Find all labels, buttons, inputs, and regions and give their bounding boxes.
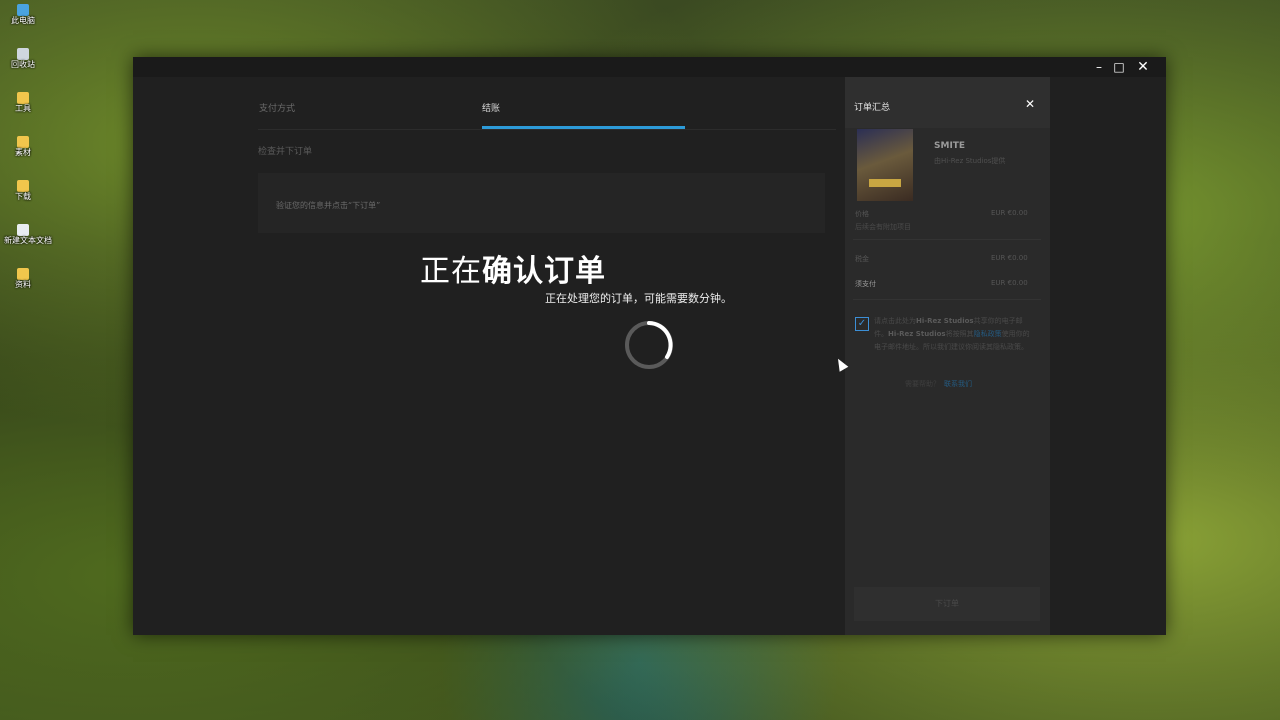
price-note: 后续会有附加项目 xyxy=(855,223,911,231)
confirming-title-bold: 确认订单 xyxy=(482,254,606,289)
confirming-title-prefix: 正在 xyxy=(420,254,482,289)
tax-value: EUR €0.00 xyxy=(991,254,1028,262)
verify-box: 验证您的信息并点击“下订单” xyxy=(258,173,825,233)
computer-icon xyxy=(17,4,29,16)
desktop-icon-label: 下载 xyxy=(15,192,31,201)
title-bar[interactable]: – □ ✕ xyxy=(133,57,1166,77)
close-icon[interactable]: ✕ xyxy=(1025,97,1035,111)
consent-part-3: 将按照其 xyxy=(945,330,974,338)
text-document-icon xyxy=(17,224,29,236)
divider xyxy=(853,239,1041,240)
consent-text: 请点击此处为Hi-Rez Studios共享你的电子邮件。Hi-Rez Stud… xyxy=(874,315,1030,354)
desktop-icon-downloads[interactable]: 下载 xyxy=(4,180,42,201)
review-heading: 检查并下订单 xyxy=(258,147,313,157)
summary-header: 订单汇总 ✕ xyxy=(845,77,1050,128)
game-publisher: 由Hi-Rez Studios提供 xyxy=(934,157,1006,165)
spinner-arc xyxy=(647,321,673,359)
folder-icon xyxy=(17,92,29,104)
checkmark-icon: ✓ xyxy=(857,318,867,329)
desktop-icon-recycle-bin[interactable]: 回收站 xyxy=(4,48,42,69)
folder-icon xyxy=(17,180,29,192)
desktop-icon-label: 工具 xyxy=(15,104,31,113)
help-text: 需要帮助？ xyxy=(905,380,940,388)
tax-label: 税金 xyxy=(855,255,869,263)
desktop-icon-label: 资料 xyxy=(15,280,31,289)
desktop-icon-documents[interactable]: 资料 xyxy=(4,268,42,289)
privacy-policy-link[interactable]: 隐私政策 xyxy=(974,330,1002,338)
folder-icon xyxy=(17,268,29,280)
desktop-icon-tools[interactable]: 工具 xyxy=(4,92,42,113)
confirming-title: 正在确认订单 xyxy=(420,246,606,290)
amount-due-label: 须支付 xyxy=(855,280,876,288)
confirming-subtitle: 正在处理您的订单，可能需要数分钟。 xyxy=(545,292,732,305)
place-order-button[interactable]: 下订单 xyxy=(854,587,1040,621)
consent-studio-2: Hi-Rez Studios xyxy=(888,330,946,338)
desktop-icon-materials[interactable]: 素材 xyxy=(4,136,42,157)
summary-title: 订单汇总 xyxy=(854,103,891,113)
share-email-checkbox[interactable]: ✓ xyxy=(855,317,869,331)
consent-studio-1: Hi-Rez Studios xyxy=(916,317,974,325)
tab-checkout[interactable]: 结账 xyxy=(482,101,500,114)
window-close-button[interactable]: ✕ xyxy=(1133,59,1153,75)
divider xyxy=(853,299,1041,300)
recycle-bin-icon xyxy=(17,48,29,60)
checkout-tabs: 支付方式 结账 xyxy=(258,101,836,130)
desktop-icon-new-text-document[interactable]: 新建文本文档 xyxy=(4,224,52,245)
active-tab-indicator xyxy=(482,126,685,129)
loading-spinner-icon xyxy=(625,321,673,369)
desktop-icon-label: 素材 xyxy=(15,148,31,157)
desktop-icon-label: 回收站 xyxy=(11,60,35,69)
desktop-icon-label: 此电脑 xyxy=(11,16,35,25)
minimize-button[interactable]: – xyxy=(1089,59,1109,75)
help-row: 需要帮助？ 联系我们 xyxy=(905,379,972,389)
checkout-pane: 支付方式 结账 检查并下订单 验证您的信息并点击“下订单” xyxy=(133,77,844,635)
game-logo xyxy=(869,179,901,187)
desktop-icon-label: 新建文本文档 xyxy=(4,236,52,245)
consent-part-1: 请点击此处为 xyxy=(874,317,916,325)
contact-us-link[interactable]: 联系我们 xyxy=(944,380,972,388)
game-thumbnail xyxy=(857,129,913,201)
game-name: SMITE xyxy=(934,141,966,151)
price-label: 价格 xyxy=(855,210,869,218)
price-value: EUR €0.00 xyxy=(991,209,1028,217)
amount-due-value: EUR €0.00 xyxy=(991,279,1028,287)
maximize-button[interactable]: □ xyxy=(1109,59,1129,75)
folder-icon xyxy=(17,136,29,148)
verify-text: 验证您的信息并点击“下订单” xyxy=(276,201,381,210)
tab-payment-method[interactable]: 支付方式 xyxy=(259,101,295,114)
order-summary-panel: 订单汇总 ✕ SMITE 由Hi-Rez Studios提供 价格 EUR €0… xyxy=(845,77,1050,635)
desktop-icon-this-pc[interactable]: 此电脑 xyxy=(4,4,42,25)
